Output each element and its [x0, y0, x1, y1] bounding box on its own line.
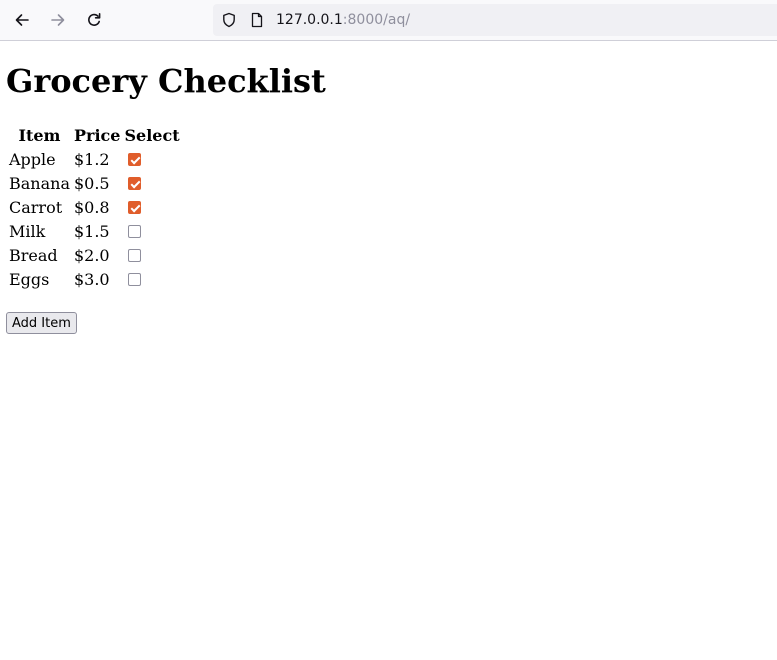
item-price: $2.0 — [73, 246, 110, 265]
url-host: 127.0.0.1 — [276, 12, 343, 28]
item-price: $0.5 — [73, 174, 110, 193]
table-row: Milk $1.5 — [8, 221, 181, 243]
url-text[interactable]: 127.0.0.1:8000/aq/ — [276, 11, 410, 29]
table-row: Carrot $0.8 — [8, 197, 181, 219]
select-checkbox[interactable] — [128, 225, 142, 238]
select-checkbox[interactable] — [128, 153, 142, 166]
item-name: Eggs — [9, 270, 50, 289]
table-header-row: Item Price Select — [8, 125, 181, 147]
arrow-left-icon — [15, 14, 29, 26]
select-checkbox[interactable] — [128, 177, 142, 190]
select-checkbox[interactable] — [128, 249, 142, 262]
item-price: $1.5 — [73, 222, 110, 241]
item-name: Bread — [9, 246, 58, 265]
item-name: Carrot — [9, 198, 63, 217]
table-row: Bread $2.0 — [8, 245, 181, 267]
url-path: :8000/aq/ — [342, 12, 411, 28]
column-header-price: Price — [73, 126, 121, 145]
select-checkbox[interactable] — [128, 201, 142, 214]
grocery-table: Item Price Select Apple $1.2 Banana $0.5… — [6, 123, 183, 293]
address-bar[interactable]: 127.0.0.1:8000/aq/ — [213, 4, 777, 36]
table-row: Apple $1.2 — [8, 149, 181, 171]
shield-icon[interactable] — [221, 12, 237, 28]
forward-button[interactable] — [44, 6, 72, 34]
item-price: $1.2 — [73, 150, 110, 169]
browser-toolbar: 127.0.0.1:8000/aq/ — [0, 0, 777, 41]
reload-icon — [88, 13, 101, 26]
back-button[interactable] — [8, 6, 36, 34]
page-content: Grocery Checklist Item Price Select Appl… — [0, 41, 777, 660]
page-icon[interactable] — [249, 12, 265, 28]
item-name: Milk — [9, 222, 46, 241]
column-header-select: Select — [124, 126, 180, 145]
table-row: Eggs $3.0 — [8, 269, 181, 291]
item-name: Banana — [9, 174, 70, 193]
item-name: Apple — [9, 150, 56, 169]
table-row: Banana $0.5 — [8, 173, 181, 195]
arrow-right-icon — [51, 14, 65, 26]
reload-button[interactable] — [80, 6, 108, 34]
column-header-item: Item — [18, 126, 61, 145]
select-checkbox[interactable] — [128, 273, 142, 286]
add-item-button[interactable]: Add Item — [6, 312, 77, 334]
page-title: Grocery Checklist — [6, 62, 326, 100]
item-price: $0.8 — [73, 198, 110, 217]
item-price: $3.0 — [73, 270, 110, 289]
